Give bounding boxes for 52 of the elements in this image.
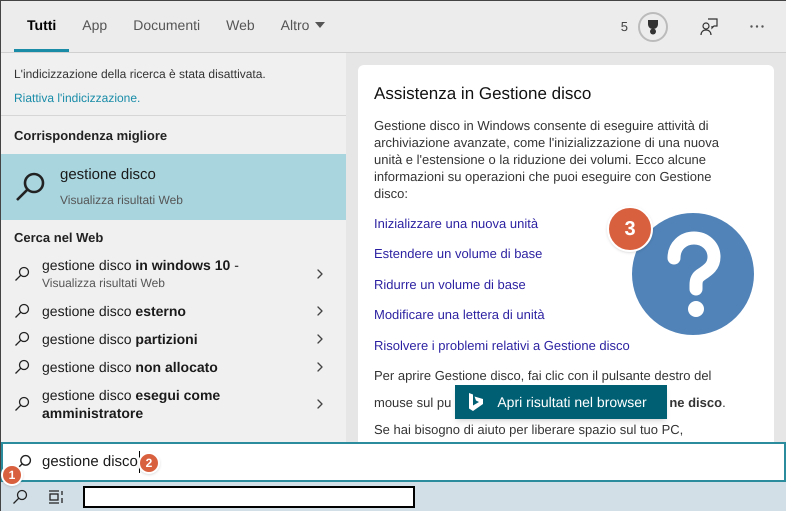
open-browser-button[interactable]: Apri risultati nel browser xyxy=(455,385,668,419)
more-icon xyxy=(750,25,764,28)
feedback-icon xyxy=(700,18,718,36)
card-paragraph: Per aprire Gestione disco, fai clic con il pulsante destro del xyxy=(374,367,712,384)
search-icon xyxy=(14,396,30,412)
task-view-button[interactable] xyxy=(47,489,65,505)
tab[interactable]: Documenti xyxy=(120,1,214,52)
search-icon xyxy=(14,359,30,375)
help-link[interactable]: Inizializzare una nuova unità xyxy=(374,214,538,233)
suggestion-subtitle: Visualizza risultati Web xyxy=(42,275,166,292)
best-match-item[interactable]: gestione disco Visualizza risultati Web xyxy=(1,154,346,220)
search-icon xyxy=(14,331,30,347)
task-view-icon xyxy=(48,490,64,504)
tab[interactable]: Web xyxy=(213,1,268,52)
bing-logo-icon xyxy=(469,393,484,411)
search-icon xyxy=(14,266,30,282)
card-intro: Gestione disco in Windows consente di eseguire attività di archiviazione avanzate, come l'inizializzazione di una nuova unità e l'estensione o la riduzione dei volumi. Ecco alcune informazioni su operazioni che puoi eseguire con Gestione disco: xyxy=(374,116,720,202)
card-note: Se hai bisogno di aiuto per liberare spazio sul tuo PC, xyxy=(374,421,684,438)
points-count: 5 xyxy=(620,18,628,36)
help-link[interactable]: Risolvere i problemi relativi a Gestione disco xyxy=(374,336,630,355)
card-paragraph: mouse sul pu xyxy=(374,394,452,410)
web-suggestion[interactable]: gestione disco non allocato xyxy=(1,353,346,381)
trophy-button[interactable] xyxy=(638,12,668,42)
web-suggestion[interactable]: gestione disco esegui come amministratore xyxy=(1,381,346,427)
tab[interactable]: Altro xyxy=(268,1,338,52)
search-icon xyxy=(14,170,46,202)
suggestion-text: gestione disco esegui come amministratore xyxy=(42,386,222,422)
section-heading: Corrispondenza migliore xyxy=(13,127,168,145)
feedback-button[interactable] xyxy=(698,16,720,38)
web-suggestion[interactable]: gestione disco in windows 10 - Visualizza risultati Web xyxy=(1,251,346,297)
indexing-notice: L'indicizzazione della ricerca è stata disattivata. xyxy=(14,66,267,83)
help-link[interactable]: Ridurre un volume di base xyxy=(374,274,526,294)
search-icon xyxy=(12,489,28,505)
web-suggestion[interactable]: gestione disco partizioni xyxy=(1,325,346,353)
web-suggestion[interactable]: gestione disco esterno xyxy=(1,297,346,325)
suggestion-text: gestione disco non allocato xyxy=(42,358,219,376)
suggestion-text: gestione disco partizioni xyxy=(42,330,199,348)
help-link[interactable]: Estendere un volume di base xyxy=(374,244,542,264)
more-button[interactable] xyxy=(748,23,766,30)
section-heading: Cerca nel Web xyxy=(13,228,104,246)
result-subtitle: Visualizza risultati Web xyxy=(60,192,183,209)
tab[interactable]: App xyxy=(69,1,120,52)
card-title: Assistenza in Gestione disco xyxy=(374,83,592,105)
result-title: gestione disco xyxy=(60,165,157,186)
trophy-icon xyxy=(646,18,660,34)
card-paragraph: ne disco. xyxy=(669,394,726,410)
suggestion-text: gestione disco in windows 10 - xyxy=(42,256,240,274)
search-button[interactable] xyxy=(11,488,29,506)
suggestion-text: gestione disco esterno xyxy=(42,302,187,320)
help-link[interactable]: Modificare una lettera di unità xyxy=(374,305,545,324)
search-icon xyxy=(14,303,30,319)
caret-icon xyxy=(315,22,326,28)
